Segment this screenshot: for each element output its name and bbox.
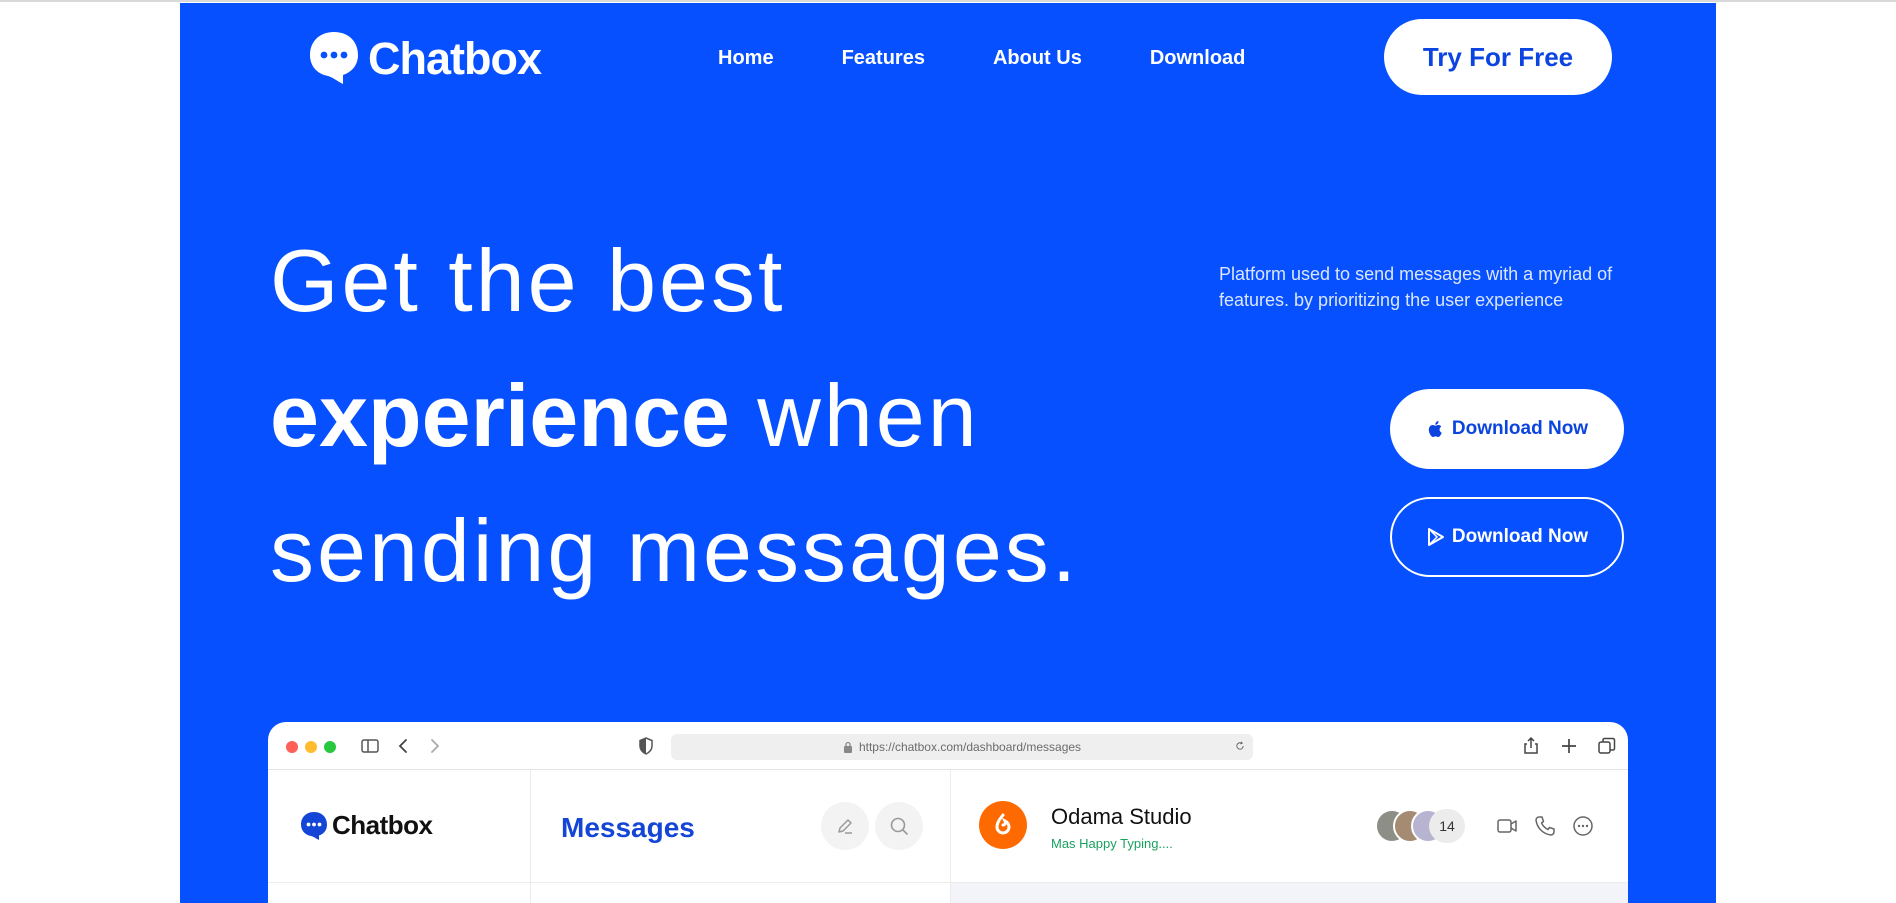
download-android-label: Download Now: [1451, 526, 1589, 547]
chat-contact-name: Odama Studio: [1051, 804, 1192, 829]
nav-about-us[interactable]: About Us: [993, 47, 1082, 70]
download-ios-label: Download Now: [1451, 418, 1589, 439]
studio-avatar[interactable]: [979, 801, 1027, 849]
brand-name: Chatbox: [368, 32, 542, 84]
studio-logo-icon: [995, 813, 1011, 835]
hero-section: Chatbox Home Features About Us Download …: [180, 3, 1716, 903]
chat-bubble-icon: [310, 32, 358, 84]
member-avatars[interactable]: 14: [1375, 809, 1475, 843]
shield-icon: [639, 737, 653, 755]
lock-icon: [843, 741, 852, 753]
headline-emphasis: experience: [270, 366, 730, 465]
member-count: 14: [1429, 809, 1465, 843]
app-logo[interactable]: Chatbox: [300, 810, 433, 841]
phone-icon[interactable]: [1533, 814, 1557, 838]
chat-bubble-icon: [301, 811, 327, 840]
top-border: [0, 0, 1896, 2]
download-ios-button[interactable]: Download Now: [1390, 389, 1624, 469]
browser-mockup: https://chatbox.com/dashboard/messages C…: [268, 722, 1628, 903]
edit-icon: [838, 819, 852, 834]
try-for-free-button[interactable]: Try For Free: [1384, 19, 1612, 95]
plus-icon[interactable]: [1559, 736, 1579, 756]
search-icon: [890, 817, 908, 835]
refresh-icon[interactable]: [1235, 740, 1245, 752]
nav-features[interactable]: Features: [842, 47, 925, 70]
chat-body: [951, 883, 1628, 903]
sidebar-toggle-icon: [361, 739, 379, 753]
messages-panel: Messages: [531, 770, 951, 903]
headline-line-1: Get the best: [270, 231, 786, 330]
headline-line-2-rest: when: [729, 366, 980, 465]
window-maximize-dot: [324, 741, 336, 753]
address-url: https://chatbox.com/dashboard/messages: [858, 740, 1082, 754]
window-close-dot: [286, 741, 298, 753]
app-logo-text: Chatbox: [332, 810, 433, 840]
hero-tagline: Platform used to send messages with a my…: [1219, 264, 1613, 310]
nav-download[interactable]: Download: [1150, 47, 1246, 70]
window-minimize-dot: [305, 741, 317, 753]
hero-headline: Get the best experience when sending mes…: [270, 213, 1079, 618]
headline-line-3: sending messages.: [270, 501, 1080, 600]
brand-logo[interactable]: Chatbox: [308, 30, 542, 86]
address-bar[interactable]: https://chatbox.com/dashboard/messages: [671, 734, 1253, 760]
play-store-icon: [1427, 528, 1444, 546]
apple-icon: [1428, 421, 1442, 437]
browser-toolbar: https://chatbox.com/dashboard/messages: [268, 722, 1628, 770]
nav-home[interactable]: Home: [718, 47, 774, 70]
back-icon: [398, 739, 407, 753]
share-icon[interactable]: [1521, 736, 1541, 756]
app-sidebar: Chatbox: [268, 770, 531, 903]
headline-line-2: experience when: [270, 348, 1079, 483]
tabs-icon[interactable]: [1597, 736, 1617, 756]
forward-icon: [431, 739, 440, 753]
download-android-button[interactable]: Download Now: [1390, 497, 1624, 577]
video-icon[interactable]: [1495, 814, 1519, 838]
compose-button[interactable]: [821, 802, 869, 850]
more-icon[interactable]: [1571, 814, 1595, 838]
chat-app: Chatbox Messages Odama Studio Mas Happy …: [268, 770, 1628, 903]
main-nav: Home Features About Us Download: [718, 47, 1245, 70]
typing-status: Mas Happy Typing....: [1051, 836, 1173, 851]
search-button[interactable]: [875, 802, 923, 850]
messages-title: Messages: [561, 812, 695, 843]
